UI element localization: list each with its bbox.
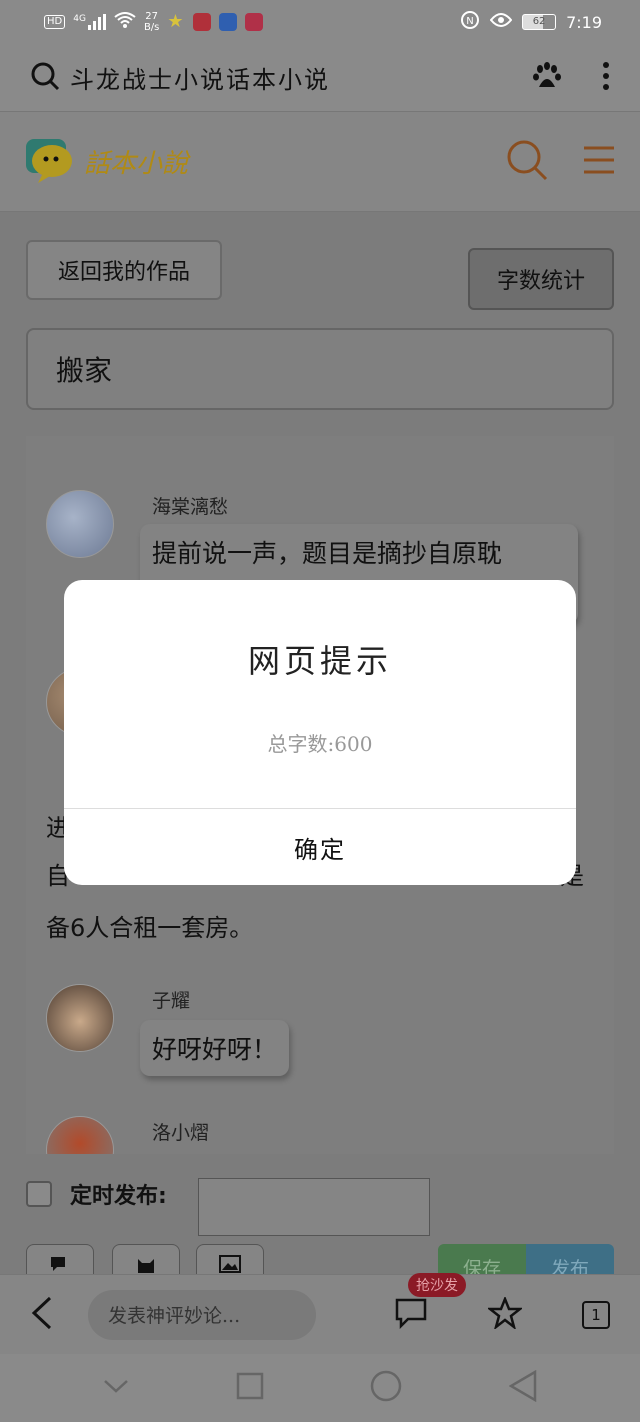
- nfc-icon: N: [460, 10, 480, 34]
- message-username: 子耀: [152, 990, 191, 1012]
- chevron-down-icon[interactable]: [103, 1378, 129, 1398]
- clock: 7:19: [566, 12, 602, 32]
- dialog-title: 网页提示: [247, 642, 392, 680]
- avatar: [46, 984, 114, 1052]
- back-arrow-icon[interactable]: [30, 1296, 54, 1334]
- message-username: 海棠漓愁: [152, 496, 229, 518]
- comments-button[interactable]: 抢沙发: [394, 1272, 466, 1333]
- dialog-message: 总字数:600: [267, 732, 373, 756]
- chat-icon: [51, 1257, 65, 1271]
- site-logo-text[interactable]: 話本小說: [84, 143, 188, 180]
- browser-toolbar: 发表神评妙论... 抢沙发 1: [0, 1272, 640, 1354]
- title-field[interactable]: 搬家: [26, 328, 614, 410]
- message-username: 洛小熠: [152, 1122, 210, 1144]
- status-bar: HD 4G 27 B/s ★ N 62 7:19: [0, 0, 640, 44]
- comment-input[interactable]: 发表神评妙论...: [88, 1289, 316, 1340]
- scheduled-publish: 定时发布:: [26, 1178, 167, 1210]
- battery-icon: 62: [522, 14, 557, 30]
- more-menu-icon[interactable]: [602, 61, 610, 95]
- reader-app-icon: [193, 13, 212, 31]
- favorite-star-icon[interactable]: [486, 1295, 524, 1333]
- image-icon: [219, 1255, 241, 1273]
- system-nav-bar: [0, 1354, 640, 1422]
- bulb-app-icon: [219, 13, 238, 31]
- avatar: [46, 1116, 114, 1154]
- network-speed: 27 B/s: [143, 11, 160, 33]
- site-search-icon[interactable]: [506, 139, 548, 185]
- heart-app-icon: [245, 13, 264, 31]
- schedule-time-input[interactable]: [198, 1178, 430, 1236]
- message-bubble: 好呀好呀！: [140, 1020, 290, 1076]
- star-app-icon: ★: [167, 11, 184, 32]
- home-circle-icon[interactable]: [370, 1370, 402, 1406]
- hamburger-menu-icon[interactable]: [582, 145, 616, 179]
- logo-icon[interactable]: [24, 135, 78, 189]
- alert-dialog: 网页提示 总字数:600 确定: [64, 580, 576, 885]
- eye-comfort-icon: [489, 12, 513, 32]
- search-icon[interactable]: [30, 61, 60, 95]
- dialog-confirm-button[interactable]: 确定: [64, 809, 576, 885]
- tab-count-button[interactable]: 1: [582, 1300, 610, 1329]
- cellular-signal-icon: 4G: [73, 14, 106, 30]
- cat-icon: [138, 1259, 154, 1273]
- sofa-badge: 抢沙发: [408, 1272, 466, 1297]
- browser-bar: 斗龙战士小说话本小说: [0, 44, 640, 112]
- schedule-label: 定时发布:: [70, 1184, 167, 1209]
- avatar: [46, 490, 114, 558]
- baidu-paw-icon[interactable]: [532, 61, 562, 95]
- browser-search-query[interactable]: 斗龙战士小说话本小说: [70, 60, 330, 95]
- hd-badge: HD: [44, 15, 66, 29]
- recents-square-icon[interactable]: [236, 1372, 264, 1404]
- word-count-button[interactable]: 字数统计: [468, 248, 614, 310]
- site-header: 話本小說: [0, 112, 640, 212]
- wifi-icon: [114, 12, 136, 32]
- back-to-works-button[interactable]: 返回我的作品: [26, 240, 222, 300]
- back-triangle-icon[interactable]: [508, 1369, 537, 1406]
- paragraph-line: 备6人合租一套房。: [46, 914, 254, 942]
- schedule-checkbox[interactable]: [26, 1181, 52, 1207]
- svg-text:N: N: [466, 16, 473, 27]
- comment-icon: [395, 1298, 427, 1329]
